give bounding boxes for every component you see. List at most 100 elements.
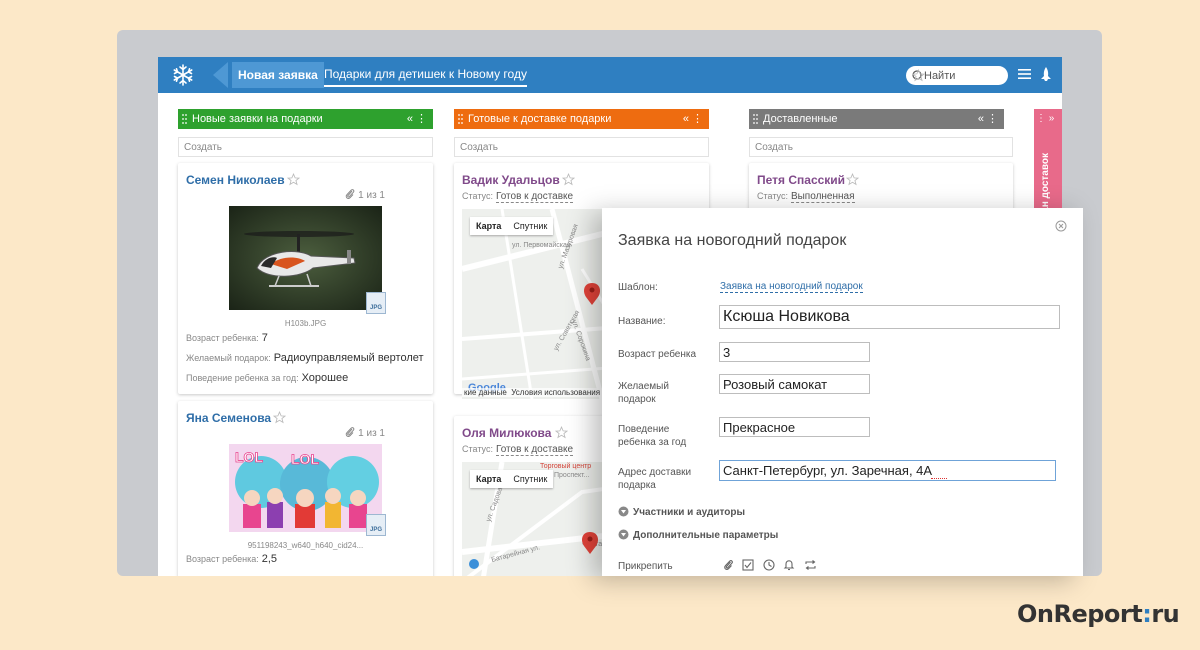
drag-handle-icon[interactable] [753, 114, 758, 124]
paperclip-icon[interactable] [723, 559, 734, 571]
card-title[interactable]: Петя Спасский [757, 173, 845, 187]
jpg-file-icon: JPG [366, 292, 386, 314]
paperclip-icon [345, 189, 355, 199]
file-name: 951198243_w640_h640_cid24... [247, 541, 364, 550]
lol-logo-text: LOL [291, 451, 319, 467]
age-input[interactable] [719, 342, 870, 362]
lol-dolls-photo: LOL LOL [229, 444, 382, 532]
age-label: Возраст ребенка [618, 349, 697, 360]
column-title: Готовые к доставке подарки [468, 113, 612, 125]
snowflake-icon[interactable] [172, 64, 194, 86]
create-card-input[interactable] [749, 137, 1013, 157]
column-title: Доставленные [763, 113, 838, 125]
svg-text:Проспект...: Проспект... [554, 472, 589, 479]
jpg-file-icon: JPG [366, 514, 386, 536]
map-tab[interactable]: Карта [470, 221, 507, 231]
field-status: Статус: Готов к доставке [462, 191, 574, 203]
status-value[interactable]: Выполненная [790, 191, 855, 203]
create-card-input[interactable] [178, 137, 433, 157]
bell-icon[interactable] [783, 559, 795, 571]
attach-toolbar [723, 558, 821, 576]
field-age: Возраст ребенка: 2,5 [186, 553, 278, 565]
map-tab[interactable]: Карта [470, 474, 507, 484]
address-label: Адрес доставки подарка [618, 467, 692, 491]
name-label: Название: [618, 316, 666, 327]
gift-input[interactable] [719, 374, 870, 394]
drag-handle-icon[interactable] [458, 114, 463, 124]
new-year-gift-request-modal: Заявка на новогодний подарок Шаблон: Зая… [602, 208, 1083, 576]
field-behavior: Поведение ребенка за год: Хорошее [186, 372, 349, 384]
gift-label: Желаемый подарок [618, 381, 669, 405]
star-icon[interactable] [846, 173, 859, 186]
card-yana-semenova[interactable]: Яна Семенова 1 из 1 LOL LOL JPG 95119824… [178, 401, 433, 576]
star-icon[interactable] [912, 69, 925, 82]
collapsed-column-title: ан доставок [1040, 153, 1051, 213]
star-icon[interactable] [273, 411, 286, 424]
modal-title: Заявка на новогодний подарок [618, 232, 847, 249]
file-name: H103b.JPG [284, 319, 327, 328]
create-card-input[interactable] [454, 137, 709, 157]
column-controls[interactable]: « ⋮ [978, 109, 998, 129]
column-controls[interactable]: « ⋮ [683, 109, 703, 129]
card-image[interactable]: JPG [229, 206, 386, 314]
new-request-button[interactable]: Новая заявка [232, 62, 324, 88]
status-value[interactable]: Готов к доставке [495, 191, 574, 203]
column-title: Новые заявки на подарки [192, 113, 323, 125]
address-input[interactable] [719, 460, 1056, 481]
onreport-logo: OnReport:ru [1017, 600, 1180, 628]
map-footer[interactable]: кие данные Условия использования [462, 388, 603, 397]
behavior-label: Поведение ребенка за год [618, 424, 687, 448]
attach-label: Прикрепить [618, 561, 673, 572]
chevron-down-icon [618, 506, 629, 517]
checkbox-icon[interactable] [742, 559, 755, 571]
column-new-requests: Новые заявки на подарки « ⋮ Семен Никола… [178, 109, 433, 576]
card-title[interactable]: Вадик Удальцов [462, 173, 560, 187]
board-title-tab[interactable]: Подарки для детишек к Новому году [324, 67, 527, 87]
column-ready-for-delivery: Готовые к доставке подарки « ⋮ Вадик Уда… [454, 109, 726, 576]
attachment-count[interactable]: 1 из 1 [345, 426, 385, 439]
satellite-tab[interactable]: Спутник [507, 221, 553, 231]
name-input[interactable] [719, 305, 1060, 329]
collapsed-column-controls[interactable]: ⋮ » [1036, 113, 1054, 124]
lol-logo-text: LOL [235, 449, 263, 465]
star-icon[interactable] [287, 173, 300, 186]
star-icon[interactable] [562, 173, 575, 186]
attachment-count[interactable]: 1 из 1 [345, 188, 385, 201]
drag-handle-icon[interactable] [182, 114, 187, 124]
column-header[interactable]: Доставленные « ⋮ [749, 109, 1004, 129]
paperclip-icon [345, 427, 355, 437]
card-title[interactable]: Яна Семенова [186, 411, 271, 425]
behavior-input[interactable] [719, 417, 870, 437]
rocket-icon[interactable] [1040, 67, 1052, 82]
top-bar: Новая заявка Подарки для детишек к Новом… [158, 57, 1062, 93]
column-header[interactable]: Новые заявки на подарки « ⋮ [178, 109, 433, 129]
svg-text:ул. Первомайская: ул. Первомайская [512, 241, 571, 249]
field-gift: Желаемый подарок: Радиоуправляемый вертол… [186, 352, 424, 364]
card-title[interactable]: Семен Николаев [186, 173, 285, 187]
svg-text:Торговый центр: Торговый центр [540, 462, 591, 470]
column-header[interactable]: Готовые к доставке подарки « ⋮ [454, 109, 709, 129]
card-semen-nikolaev[interactable]: Семен Николаев 1 из 1 JPG H103b.JPG Возр… [178, 163, 433, 394]
status-value[interactable]: Готов к доставке [495, 444, 574, 456]
search-input[interactable] [924, 68, 986, 83]
satellite-tab[interactable]: Спутник [507, 474, 553, 484]
field-age: Возраст ребенка: 7 [186, 332, 268, 344]
new-request-arrow [213, 62, 228, 88]
participants-section-toggle[interactable]: Участники и аудиторы [618, 506, 745, 518]
column-controls[interactable]: « ⋮ [407, 109, 427, 129]
map-type-tabs[interactable]: Карта Спутник [470, 470, 554, 488]
close-icon[interactable] [1055, 220, 1067, 232]
repeat-icon[interactable] [804, 559, 817, 571]
hamburger-menu-icon[interactable] [1018, 68, 1031, 80]
chevron-down-icon [618, 529, 629, 540]
search-box[interactable] [906, 66, 1008, 85]
card-title[interactable]: Оля Милюкова [462, 426, 551, 440]
extra-params-section-toggle[interactable]: Дополнительные параметры [618, 529, 778, 541]
map-type-tabs[interactable]: Карта Спутник [470, 217, 554, 235]
card-image[interactable]: LOL LOL JPG [229, 444, 386, 536]
template-link[interactable]: Заявка на новогодний подарок [720, 281, 863, 293]
field-status: Статус: Готов к доставке [462, 444, 574, 456]
field-status: Статус: Выполненная [757, 191, 855, 203]
star-icon[interactable] [555, 426, 568, 439]
clock-icon[interactable] [763, 559, 775, 571]
